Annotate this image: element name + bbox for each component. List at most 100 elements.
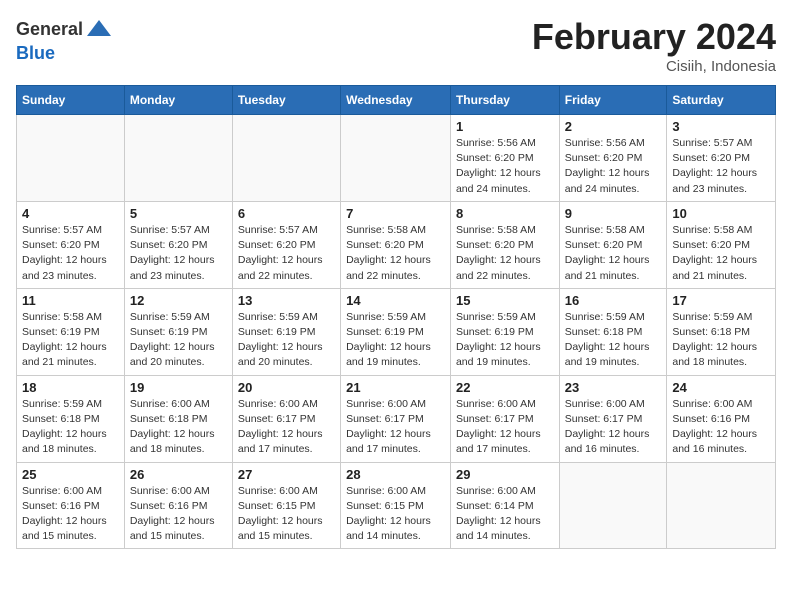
day-info: Sunrise: 6:00 AM Sunset: 6:17 PM Dayligh…	[238, 397, 335, 458]
day-info: Sunrise: 5:57 AM Sunset: 6:20 PM Dayligh…	[22, 223, 119, 284]
day-number: 1	[456, 119, 554, 134]
calendar-cell	[232, 115, 340, 202]
calendar-table: SundayMondayTuesdayWednesdayThursdayFrid…	[16, 85, 776, 549]
day-info: Sunrise: 5:58 AM Sunset: 6:20 PM Dayligh…	[456, 223, 554, 284]
calendar-cell: 17 Sunrise: 5:59 AM Sunset: 6:18 PM Dayli…	[667, 288, 776, 375]
day-info: Sunrise: 5:58 AM Sunset: 6:19 PM Dayligh…	[22, 310, 119, 371]
day-number: 19	[130, 380, 227, 395]
day-number: 28	[346, 467, 445, 482]
day-info: Sunrise: 5:59 AM Sunset: 6:19 PM Dayligh…	[456, 310, 554, 371]
calendar-cell: 27Sunrise: 6:00 AM Sunset: 6:15 PM Dayli…	[232, 462, 340, 549]
day-number: 3	[672, 119, 770, 134]
calendar-cell: 22Sunrise: 6:00 AM Sunset: 6:17 PM Dayli…	[450, 375, 559, 462]
calendar-cell: 2 Sunrise: 5:56 AM Sunset: 6:20 PM Daylig…	[559, 115, 667, 202]
calendar-cell: 29 Sunrise: 6:00 AM Sunset: 6:14 PM Dayli…	[450, 462, 559, 549]
calendar-cell: 23Sunrise: 6:00 AM Sunset: 6:17 PM Dayli…	[559, 375, 667, 462]
day-info: Sunrise: 5:59 AM Sunset: 6:19 PM Dayligh…	[130, 310, 227, 371]
logo-icon	[85, 16, 113, 44]
day-number: 25	[22, 467, 119, 482]
day-info: Sunrise: 6:00 AM Sunset: 6:15 PM Dayligh…	[238, 484, 335, 545]
calendar-cell: 12 Sunrise: 5:59 AM Sunset: 6:19 PM Dayli…	[124, 288, 232, 375]
day-info: Sunrise: 5:59 AM Sunset: 6:18 PM Dayligh…	[565, 310, 662, 371]
day-number: 13	[238, 293, 335, 308]
calendar-day-header: Friday	[559, 86, 667, 115]
day-info: Sunrise: 5:59 AM Sunset: 6:18 PM Dayligh…	[22, 397, 119, 458]
day-info: Sunrise: 6:00 AM Sunset: 6:16 PM Dayligh…	[22, 484, 119, 545]
day-info: Sunrise: 5:57 AM Sunset: 6:20 PM Dayligh…	[672, 136, 770, 197]
day-number: 9	[565, 206, 662, 221]
day-number: 12	[130, 293, 227, 308]
day-number: 23	[565, 380, 662, 395]
calendar-day-header: Sunday	[17, 86, 125, 115]
calendar-cell	[341, 115, 451, 202]
day-number: 14	[346, 293, 445, 308]
calendar-week-row: 1 Sunrise: 5:56 AM Sunset: 6:20 PM Daylig…	[17, 115, 776, 202]
calendar-cell: 8 Sunrise: 5:58 AM Sunset: 6:20 PM Daylig…	[450, 201, 559, 288]
day-info: Sunrise: 6:00 AM Sunset: 6:18 PM Dayligh…	[130, 397, 227, 458]
calendar-cell: 15 Sunrise: 5:59 AM Sunset: 6:19 PM Dayli…	[450, 288, 559, 375]
calendar-cell: 25 Sunrise: 6:00 AM Sunset: 6:16 PM Dayli…	[17, 462, 125, 549]
day-info: Sunrise: 5:59 AM Sunset: 6:19 PM Dayligh…	[346, 310, 445, 371]
day-info: Sunrise: 6:00 AM Sunset: 6:16 PM Dayligh…	[130, 484, 227, 545]
calendar-cell: 14 Sunrise: 5:59 AM Sunset: 6:19 PM Dayli…	[341, 288, 451, 375]
day-number: 10	[672, 206, 770, 221]
day-info: Sunrise: 5:59 AM Sunset: 6:18 PM Dayligh…	[672, 310, 770, 371]
calendar-cell	[559, 462, 667, 549]
calendar-day-header: Tuesday	[232, 86, 340, 115]
day-number: 17	[672, 293, 770, 308]
calendar-week-row: 11 Sunrise: 5:58 AM Sunset: 6:19 PM Dayli…	[17, 288, 776, 375]
day-number: 15	[456, 293, 554, 308]
calendar-week-row: 18 Sunrise: 5:59 AM Sunset: 6:18 PM Dayli…	[17, 375, 776, 462]
calendar-cell: 20 Sunrise: 6:00 AM Sunset: 6:17 PM Dayli…	[232, 375, 340, 462]
month-title: February 2024	[532, 16, 776, 58]
day-info: Sunrise: 6:00 AM Sunset: 6:15 PM Dayligh…	[346, 484, 445, 545]
calendar-cell: 26 Sunrise: 6:00 AM Sunset: 6:16 PM Dayli…	[124, 462, 232, 549]
day-info: Sunrise: 5:57 AM Sunset: 6:20 PM Dayligh…	[238, 223, 335, 284]
day-info: Sunrise: 5:57 AM Sunset: 6:20 PM Dayligh…	[130, 223, 227, 284]
day-number: 5	[130, 206, 227, 221]
day-number: 6	[238, 206, 335, 221]
day-number: 20	[238, 380, 335, 395]
day-number: 18	[22, 380, 119, 395]
calendar-cell: 7 Sunrise: 5:58 AM Sunset: 6:20 PM Daylig…	[341, 201, 451, 288]
day-number: 11	[22, 293, 119, 308]
calendar-cell: 18 Sunrise: 5:59 AM Sunset: 6:18 PM Dayli…	[17, 375, 125, 462]
day-number: 22	[456, 380, 554, 395]
calendar-day-header: Saturday	[667, 86, 776, 115]
day-number: 21	[346, 380, 445, 395]
day-number: 29	[456, 467, 554, 482]
day-number: 8	[456, 206, 554, 221]
day-number: 7	[346, 206, 445, 221]
calendar-cell	[667, 462, 776, 549]
calendar-cell: 24Sunrise: 6:00 AM Sunset: 6:16 PM Dayli…	[667, 375, 776, 462]
calendar-cell: 6 Sunrise: 5:57 AM Sunset: 6:20 PM Daylig…	[232, 201, 340, 288]
calendar-cell: 11 Sunrise: 5:58 AM Sunset: 6:19 PM Dayli…	[17, 288, 125, 375]
page-header: General Blue February 2024 Cisiih, Indon…	[16, 16, 776, 75]
calendar-week-row: 4Sunrise: 5:57 AM Sunset: 6:20 PM Daylig…	[17, 201, 776, 288]
calendar-cell: 19 Sunrise: 6:00 AM Sunset: 6:18 PM Dayli…	[124, 375, 232, 462]
day-info: Sunrise: 5:58 AM Sunset: 6:20 PM Dayligh…	[346, 223, 445, 284]
calendar-cell	[17, 115, 125, 202]
day-info: Sunrise: 5:58 AM Sunset: 6:20 PM Dayligh…	[672, 223, 770, 284]
day-number: 26	[130, 467, 227, 482]
calendar-cell: 3 Sunrise: 5:57 AM Sunset: 6:20 PM Daylig…	[667, 115, 776, 202]
logo-blue: Blue	[16, 44, 113, 64]
calendar-cell: 9Sunrise: 5:58 AM Sunset: 6:20 PM Daylig…	[559, 201, 667, 288]
calendar-week-row: 25 Sunrise: 6:00 AM Sunset: 6:16 PM Dayli…	[17, 462, 776, 549]
calendar-day-header: Monday	[124, 86, 232, 115]
day-info: Sunrise: 6:00 AM Sunset: 6:14 PM Dayligh…	[456, 484, 554, 545]
calendar-day-header: Wednesday	[341, 86, 451, 115]
title-area: February 2024 Cisiih, Indonesia	[532, 16, 776, 75]
logo: General Blue	[16, 16, 113, 64]
day-info: Sunrise: 5:59 AM Sunset: 6:19 PM Dayligh…	[238, 310, 335, 371]
calendar-cell: 4Sunrise: 5:57 AM Sunset: 6:20 PM Daylig…	[17, 201, 125, 288]
day-number: 2	[565, 119, 662, 134]
calendar-cell: 21Sunrise: 6:00 AM Sunset: 6:17 PM Dayli…	[341, 375, 451, 462]
calendar-cell: 16 Sunrise: 5:59 AM Sunset: 6:18 PM Dayli…	[559, 288, 667, 375]
day-number: 16	[565, 293, 662, 308]
calendar-cell: 1 Sunrise: 5:56 AM Sunset: 6:20 PM Daylig…	[450, 115, 559, 202]
location-subtitle: Cisiih, Indonesia	[532, 58, 776, 75]
day-info: Sunrise: 5:56 AM Sunset: 6:20 PM Dayligh…	[456, 136, 554, 197]
day-info: Sunrise: 5:56 AM Sunset: 6:20 PM Dayligh…	[565, 136, 662, 197]
calendar-cell	[124, 115, 232, 202]
